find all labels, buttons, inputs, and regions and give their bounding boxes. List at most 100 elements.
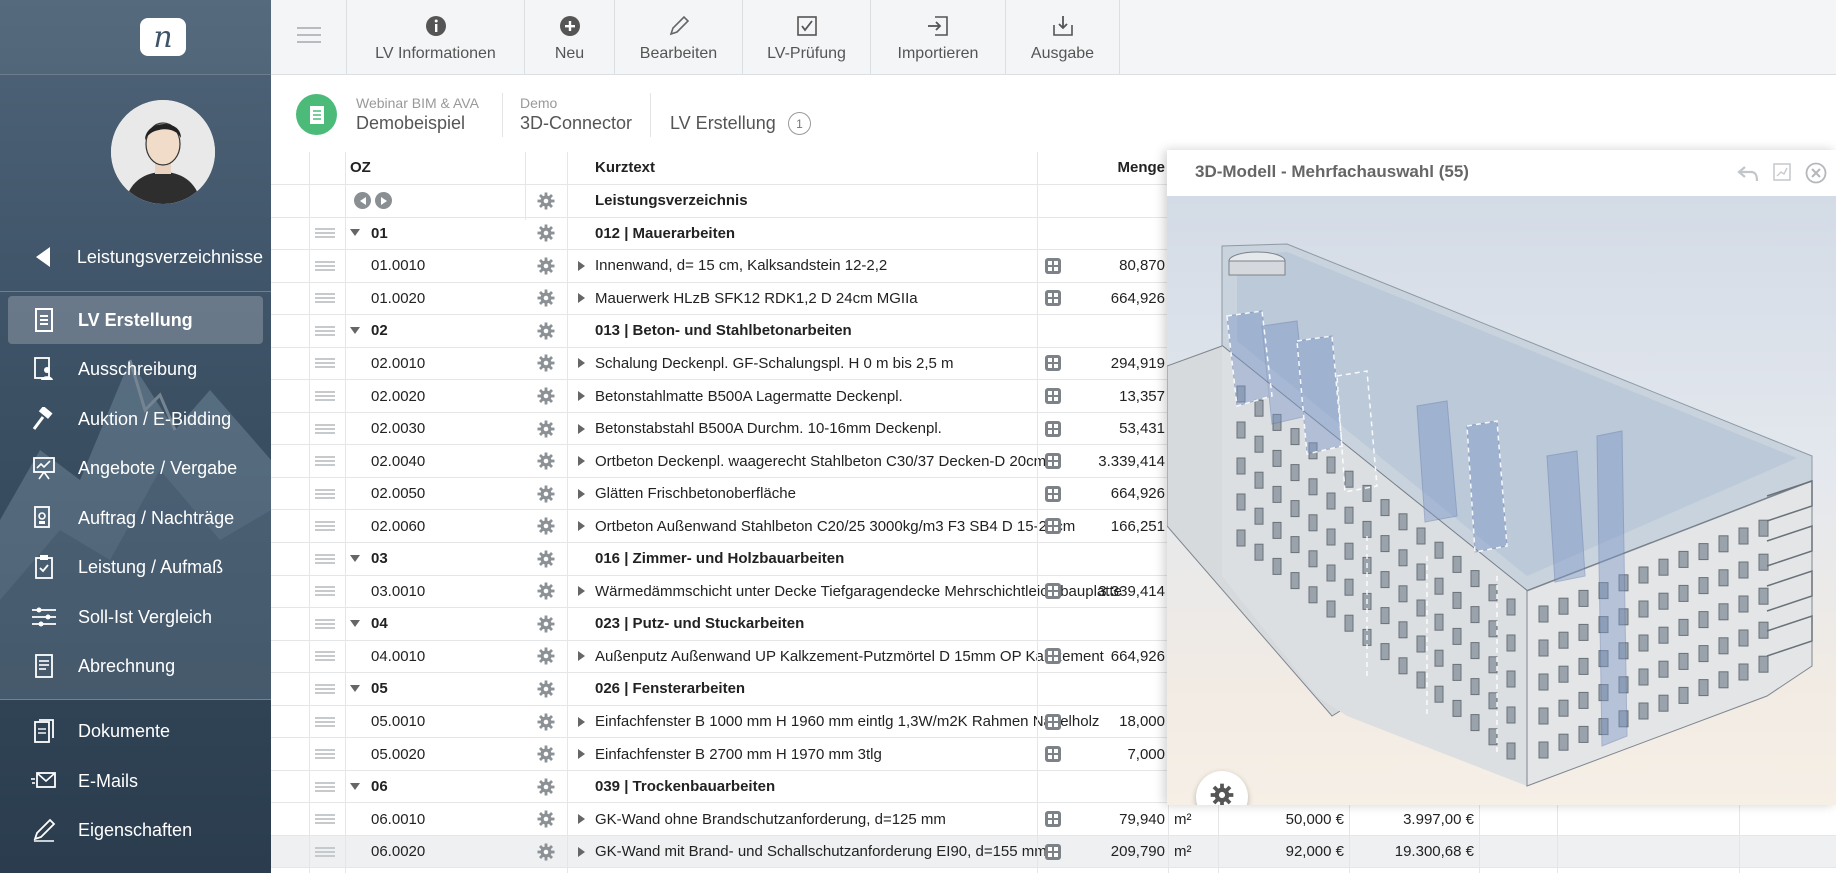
gear-icon[interactable] [537,510,555,542]
calculator-icon[interactable] [1045,706,1061,738]
drag-handle-icon[interactable] [315,413,335,445]
sidebar-item-dokumente[interactable]: Dokumente [8,707,263,755]
gear-icon[interactable] [537,283,555,315]
drag-handle-icon[interactable] [315,771,335,803]
expand-icon[interactable] [578,803,586,835]
sidebar-item-abrechnung[interactable]: Abrechnung [8,642,263,690]
calculator-icon[interactable] [1045,738,1061,770]
sidebar-item-auktion[interactable]: Auktion / E-Bidding [8,395,263,443]
ausgabe-button[interactable]: Ausgabe [1006,0,1120,75]
gear-icon[interactable] [537,185,555,217]
gear-icon[interactable] [537,608,555,640]
expand-icon[interactable] [578,510,586,542]
chart-window-icon[interactable] [1773,163,1791,186]
calculator-icon[interactable] [1045,348,1061,380]
sidebar-item-soll-ist[interactable]: Soll-Ist Vergleich [8,593,263,641]
calculator-icon[interactable] [1045,836,1061,868]
drag-handle-icon[interactable] [315,283,335,315]
gear-icon[interactable] [537,738,555,770]
drag-handle-icon[interactable] [315,706,335,738]
drag-handle-icon[interactable] [315,738,335,770]
project-name[interactable]: Demobeispiel [356,113,465,134]
gear-icon[interactable] [537,576,555,608]
drag-handle-icon[interactable] [315,803,335,835]
collapse-icon[interactable] [350,673,360,705]
bearbeiten-button[interactable]: Bearbeiten [615,0,743,75]
drag-handle-icon[interactable] [315,380,335,412]
importieren-button[interactable]: Importieren [871,0,1006,75]
collapse-icon[interactable] [350,315,360,347]
gear-icon[interactable] [537,673,555,705]
expand-icon[interactable] [578,478,586,510]
calculator-icon[interactable] [1045,283,1061,315]
expand-icon[interactable] [578,836,586,868]
gear-icon[interactable] [537,250,555,282]
expand-icon[interactable] [578,250,586,282]
expand-icon[interactable] [578,576,586,608]
collapse-icon[interactable] [350,543,360,575]
drag-handle-icon[interactable] [315,543,335,575]
calculator-icon[interactable] [1045,641,1061,673]
calculator-icon[interactable] [1045,445,1061,477]
sidebar-item-auftrag[interactable]: Auftrag / Nachträge [8,494,263,542]
neu-button[interactable]: Neu [525,0,615,75]
calculator-icon[interactable] [1045,803,1061,835]
lv-pruefung-button[interactable]: LV-Prüfung [743,0,871,75]
calculator-icon[interactable] [1045,413,1061,445]
gear-icon[interactable] [537,315,555,347]
gear-icon[interactable] [537,380,555,412]
drag-handle-icon[interactable] [315,836,335,868]
3d-viewport[interactable] [1167,196,1836,805]
drag-handle-icon[interactable] [315,608,335,640]
calculator-icon[interactable] [1045,576,1061,608]
gear-icon[interactable] [537,836,555,868]
calculator-icon[interactable] [1045,250,1061,282]
sidebar-item-eigenschaften[interactable]: Eigenschaften [8,806,263,854]
gear-icon[interactable] [537,543,555,575]
gear-icon[interactable] [537,641,555,673]
close-icon[interactable] [1805,162,1827,189]
gear-icon[interactable] [537,348,555,380]
drag-handle-icon[interactable] [315,315,335,347]
gear-icon[interactable] [537,218,555,250]
expand-icon[interactable] [578,738,586,770]
next-icon[interactable] [375,192,392,210]
sidebar-item-ausschreibung[interactable]: Ausschreibung [8,345,263,393]
avatar[interactable] [111,100,215,204]
lv-name[interactable]: 3D-Connector [520,113,632,134]
gear-icon[interactable] [537,706,555,738]
expand-icon[interactable] [578,380,586,412]
expand-icon[interactable] [578,413,586,445]
gear-icon[interactable] [537,413,555,445]
app-logo[interactable]: n [140,18,186,56]
drag-handle-icon[interactable] [315,641,335,673]
sidebar-item-leistungsverzeichnisse[interactable]: Leistungsverzeichnisse [8,233,263,281]
table-row[interactable]: 06.0020 GK-Wand mit Brand- und Schallschu… [271,835,1836,869]
collapse-icon[interactable] [350,608,360,640]
calculator-icon[interactable] [1045,380,1061,412]
menu-toggle-button[interactable] [271,0,347,75]
column-header-kurztext[interactable]: Kurztext [595,152,655,184]
expand-icon[interactable] [578,445,586,477]
gear-icon[interactable] [537,478,555,510]
collapse-icon[interactable] [350,771,360,803]
drag-handle-icon[interactable] [315,348,335,380]
drag-handle-icon[interactable] [315,673,335,705]
lv-informationen-button[interactable]: LV Informationen [347,0,525,75]
collapse-icon[interactable] [350,218,360,250]
sidebar-item-lv-erstellung[interactable]: LV Erstellung [8,296,263,344]
calculator-icon[interactable] [1045,510,1061,542]
drag-handle-icon[interactable] [315,510,335,542]
previous-icon[interactable] [354,192,371,210]
expand-icon[interactable] [578,706,586,738]
drag-handle-icon[interactable] [315,478,335,510]
sidebar-item-emails[interactable]: E-Mails [8,757,263,805]
expand-icon[interactable] [578,641,586,673]
column-header-menge[interactable]: Menge [1117,152,1165,184]
expand-icon[interactable] [578,283,586,315]
drag-handle-icon[interactable] [315,576,335,608]
undo-icon[interactable] [1737,163,1759,188]
gear-icon[interactable] [537,445,555,477]
expand-icon[interactable] [578,348,586,380]
sidebar-item-angebote[interactable]: Angebote / Vergabe [8,444,263,492]
